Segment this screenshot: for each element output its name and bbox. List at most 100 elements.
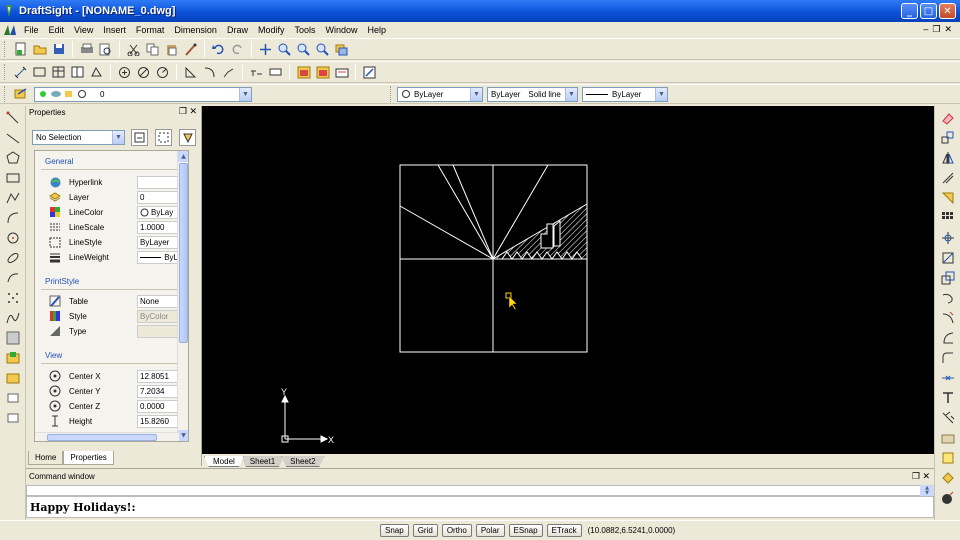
linear-dimension-icon[interactable] xyxy=(12,64,29,81)
scroll-down-icon[interactable]: ▼ xyxy=(178,430,188,441)
save-icon[interactable] xyxy=(50,41,67,58)
bomb-icon[interactable] xyxy=(939,489,956,506)
lineweight-combo[interactable]: ByLayer ▼ xyxy=(582,86,668,102)
property-row[interactable]: Center Y 7.2034 xyxy=(49,384,179,398)
reference-icon[interactable] xyxy=(333,64,350,81)
pattern-icon[interactable] xyxy=(939,189,956,206)
menu-window[interactable]: Window xyxy=(321,25,363,35)
linetype-combo[interactable]: ByLayer Solid line ▼ xyxy=(487,86,578,102)
maximize-button[interactable]: □ xyxy=(920,3,937,19)
split-icon[interactable] xyxy=(939,389,956,406)
ellipse-icon[interactable] xyxy=(154,64,171,81)
doc-close-button[interactable]: ✕ xyxy=(944,24,952,35)
property-value[interactable]: 12.8051 xyxy=(137,370,179,383)
table-icon[interactable] xyxy=(69,64,86,81)
infinite-line-icon[interactable] xyxy=(4,129,21,146)
property-value[interactable]: None xyxy=(137,295,179,308)
layer-manager-icon[interactable] xyxy=(333,41,350,58)
match-properties-icon[interactable] xyxy=(182,41,199,58)
paint-icon[interactable] xyxy=(939,469,956,486)
simple-note-icon[interactable] xyxy=(4,409,21,426)
drawing-canvas[interactable]: Y X xyxy=(202,106,934,454)
pan-icon[interactable] xyxy=(257,41,274,58)
quick-select-icon[interactable] xyxy=(179,129,196,146)
rectangle-icon[interactable] xyxy=(4,169,21,186)
property-row[interactable]: Hyperlink xyxy=(49,175,179,189)
elliptic-arc-icon[interactable] xyxy=(4,269,21,286)
properties-hscrollbar[interactable] xyxy=(35,432,179,441)
undo-icon[interactable] xyxy=(210,41,227,58)
tab-sheet2[interactable]: Sheet2 xyxy=(281,456,325,467)
print-icon[interactable] xyxy=(78,41,95,58)
menu-draw[interactable]: Draw xyxy=(222,25,253,35)
menu-edit[interactable]: Edit xyxy=(44,25,70,35)
property-row[interactable]: Style ByColor xyxy=(49,309,179,323)
chevron-down-icon[interactable]: ▼ xyxy=(655,87,667,101)
polyline-icon[interactable] xyxy=(4,189,21,206)
property-row[interactable]: Layer 0 xyxy=(49,190,179,204)
eraser-icon[interactable] xyxy=(939,109,956,126)
arc-icon[interactable] xyxy=(201,64,218,81)
property-row[interactable]: Type xyxy=(49,324,179,338)
print-preview-icon[interactable] xyxy=(97,41,114,58)
zoom-fit-icon[interactable] xyxy=(314,41,331,58)
properties-scrollbar[interactable]: ▲ ▼ xyxy=(177,151,188,441)
new-icon[interactable] xyxy=(12,41,29,58)
toolbar-grip[interactable] xyxy=(4,64,7,80)
menu-file[interactable]: File xyxy=(19,25,44,35)
stretch-icon[interactable] xyxy=(939,289,956,306)
edit-icon[interactable] xyxy=(361,64,378,81)
spline-icon[interactable] xyxy=(4,309,21,326)
chevron-down-icon[interactable]: ▼ xyxy=(470,87,482,101)
array-icon[interactable] xyxy=(939,209,956,226)
property-row[interactable]: LineScale 1.0000 xyxy=(49,220,179,234)
grid-toggle[interactable]: Grid xyxy=(412,524,438,537)
block-icon[interactable] xyxy=(50,64,67,81)
fillet-icon[interactable] xyxy=(939,349,956,366)
snap-center-icon[interactable] xyxy=(116,64,133,81)
property-row[interactable]: Height 15.8260 xyxy=(49,414,179,428)
polar-toggle[interactable]: Polar xyxy=(475,524,505,537)
close-icon[interactable]: ✕ xyxy=(189,106,197,116)
doc-minimize-button[interactable]: – xyxy=(923,24,928,35)
property-row[interactable]: LineStyle ByLayer xyxy=(49,235,179,249)
menu-view[interactable]: View xyxy=(69,25,98,35)
redo-icon[interactable] xyxy=(229,41,246,58)
doc-restore-button[interactable]: ❐ xyxy=(932,24,940,35)
arc-icon[interactable] xyxy=(4,209,21,226)
ortho-toggle[interactable]: Ortho xyxy=(441,524,472,537)
property-value[interactable]: 0.0000 xyxy=(137,400,179,413)
leader-icon[interactable] xyxy=(220,64,237,81)
close-icon[interactable]: ✕ xyxy=(922,471,930,481)
ellipse-icon[interactable] xyxy=(4,249,21,266)
property-value[interactable]: 15.8260 xyxy=(137,415,179,428)
circle-icon[interactable] xyxy=(135,64,152,81)
paste-icon[interactable] xyxy=(163,41,180,58)
polygon-icon[interactable] xyxy=(4,149,21,166)
chevron-down-icon[interactable]: ▼ xyxy=(112,131,124,144)
toolbar-grip[interactable] xyxy=(390,86,393,102)
esnap-toggle[interactable]: ESnap xyxy=(508,524,543,537)
property-value[interactable]: 7.2034 xyxy=(137,385,179,398)
chamfer-icon[interactable] xyxy=(939,409,956,426)
float-icon[interactable]: ❐ xyxy=(912,471,920,481)
float-icon[interactable]: ❐ xyxy=(179,106,187,116)
layer-states-icon[interactable] xyxy=(12,86,29,103)
menu-help[interactable]: Help xyxy=(363,25,392,35)
menu-format[interactable]: Format xyxy=(131,25,170,35)
etrack-toggle[interactable]: ETrack xyxy=(546,524,582,537)
chevron-down-icon[interactable]: ▼ xyxy=(239,87,251,101)
toolbar-grip[interactable] xyxy=(4,41,7,57)
property-row[interactable]: LineWeight ByL xyxy=(49,250,179,264)
color-combo[interactable]: ByLayer ▼ xyxy=(397,86,483,102)
tab-model[interactable]: Model xyxy=(204,456,244,467)
angular-dimension-icon[interactable] xyxy=(182,64,199,81)
rectangle-icon[interactable] xyxy=(31,64,48,81)
property-value[interactable]: 0 xyxy=(137,191,179,204)
make-block-icon[interactable] xyxy=(4,369,21,386)
menu-dimension[interactable]: Dimension xyxy=(169,25,222,35)
join-icon[interactable] xyxy=(939,449,956,466)
property-row[interactable]: Center Z 0.0000 xyxy=(49,399,179,413)
property-row[interactable]: LineColor ByLay xyxy=(49,205,179,219)
hscroll-thumb[interactable] xyxy=(47,434,157,441)
